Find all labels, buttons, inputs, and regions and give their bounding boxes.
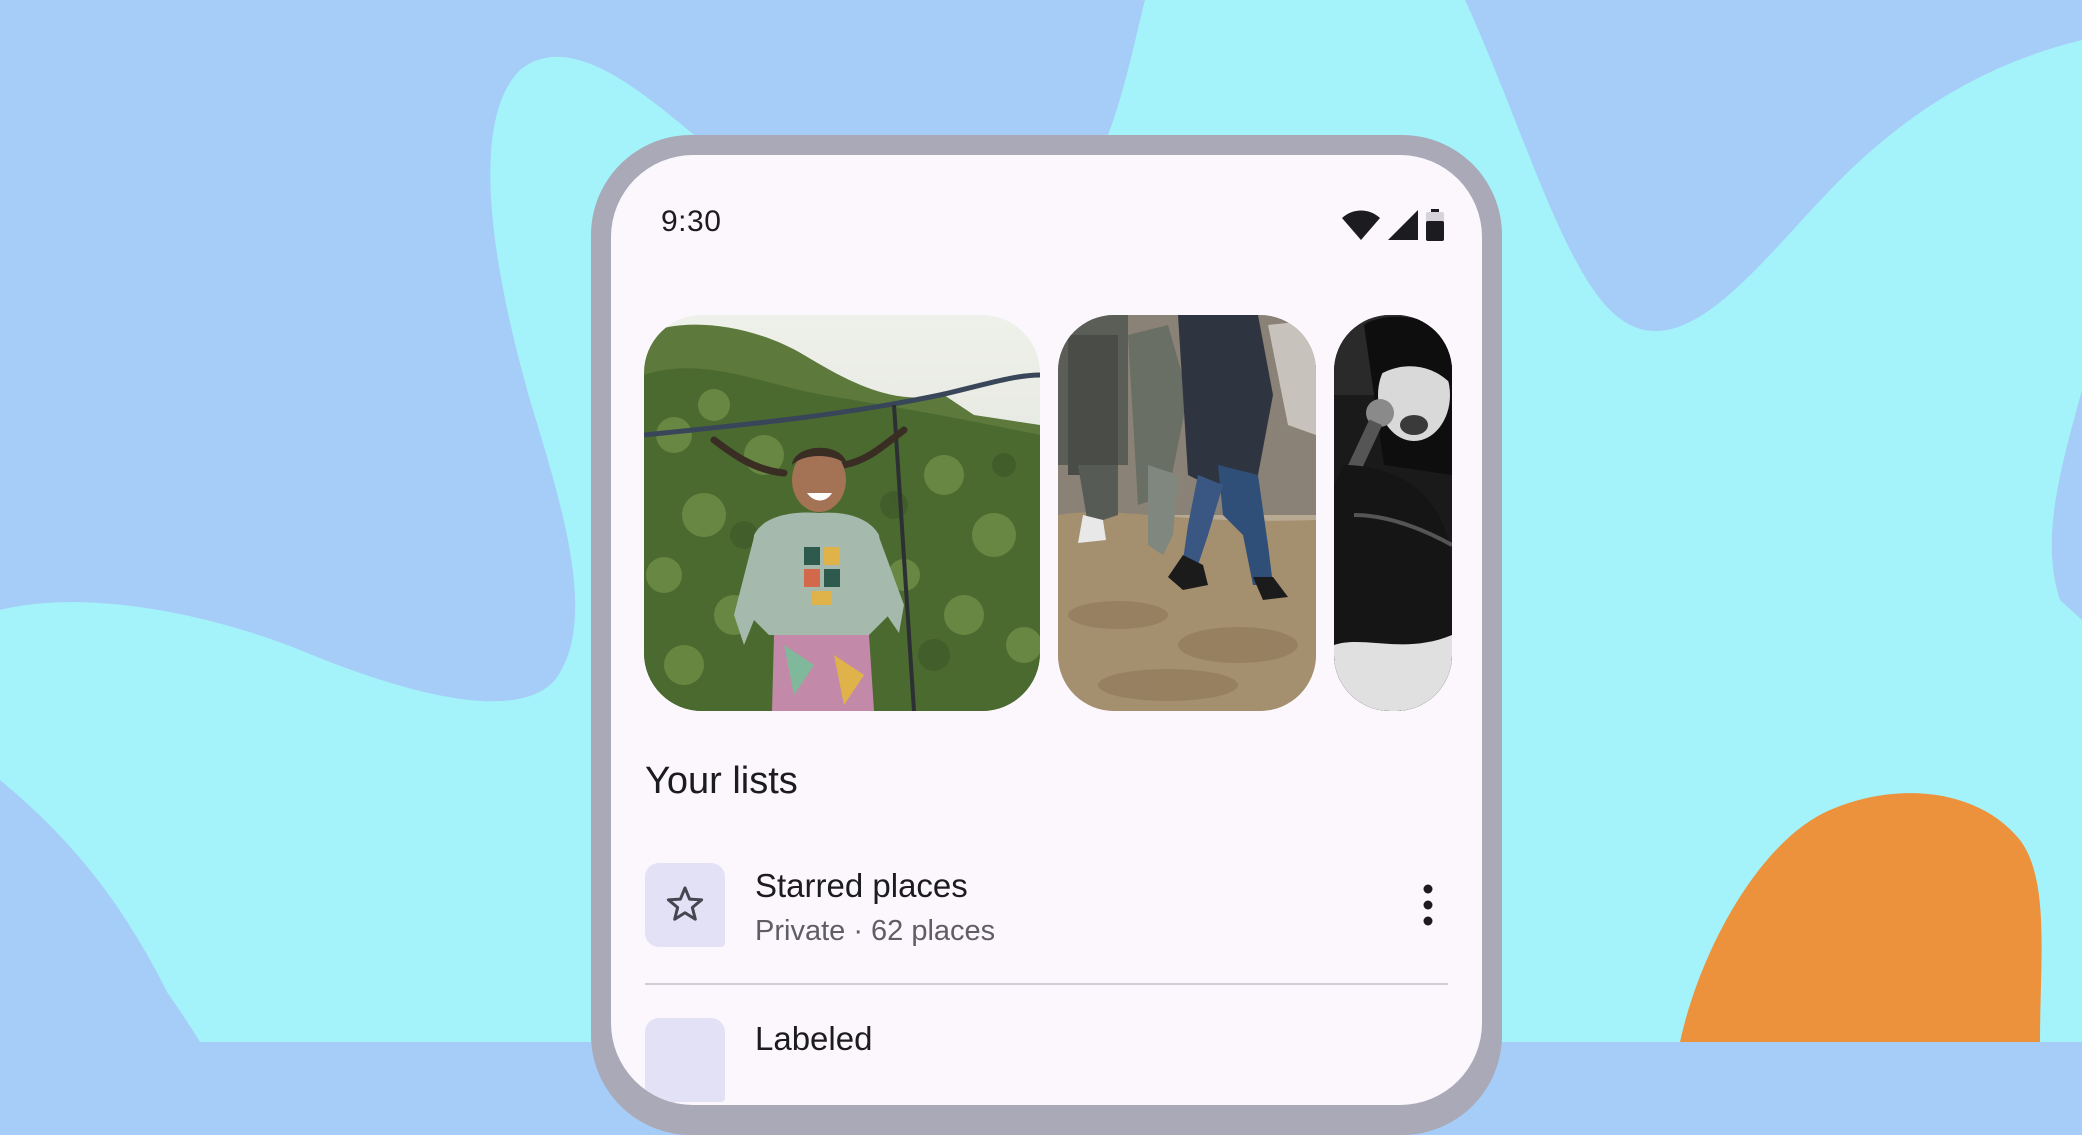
- list-icon-container: [645, 1018, 725, 1102]
- status-icons: [1342, 209, 1444, 246]
- girl-jumping-photo: [644, 315, 1040, 711]
- carousel-card-people-dancing[interactable]: [1058, 315, 1316, 711]
- more-options-button[interactable]: [1408, 881, 1448, 929]
- list-item-labeled[interactable]: Labeled: [645, 1018, 1448, 1105]
- star-icon: [666, 886, 704, 921]
- list-divider: [645, 983, 1448, 985]
- list-item-starred-places[interactable]: Starred places Private · 62 places: [645, 863, 1448, 973]
- phone-screen: 9:30 Your lists Starred places Private ·…: [611, 155, 1482, 1105]
- carousel-card-singer[interactable]: [1334, 315, 1452, 711]
- wifi-icon: [1342, 210, 1380, 245]
- list-item-title: Labeled: [755, 1020, 873, 1057]
- list-item-subtitle: Private · 62 places: [755, 915, 996, 947]
- singer-microphone-photo: [1334, 315, 1452, 711]
- cell-signal-icon: [1388, 210, 1418, 245]
- people-dancing-dirt-photo: [1058, 315, 1316, 711]
- list-icon-container: [645, 863, 725, 947]
- status-time: 9:30: [661, 205, 722, 238]
- carousel-card-girl-jumping[interactable]: [644, 315, 1040, 711]
- battery-icon: [1426, 209, 1444, 246]
- label-icon: [664, 1038, 706, 1080]
- section-title-your-lists: Your lists: [645, 760, 798, 802]
- list-item-title: Starred places: [755, 867, 968, 904]
- more-vert-icon: [1423, 884, 1433, 926]
